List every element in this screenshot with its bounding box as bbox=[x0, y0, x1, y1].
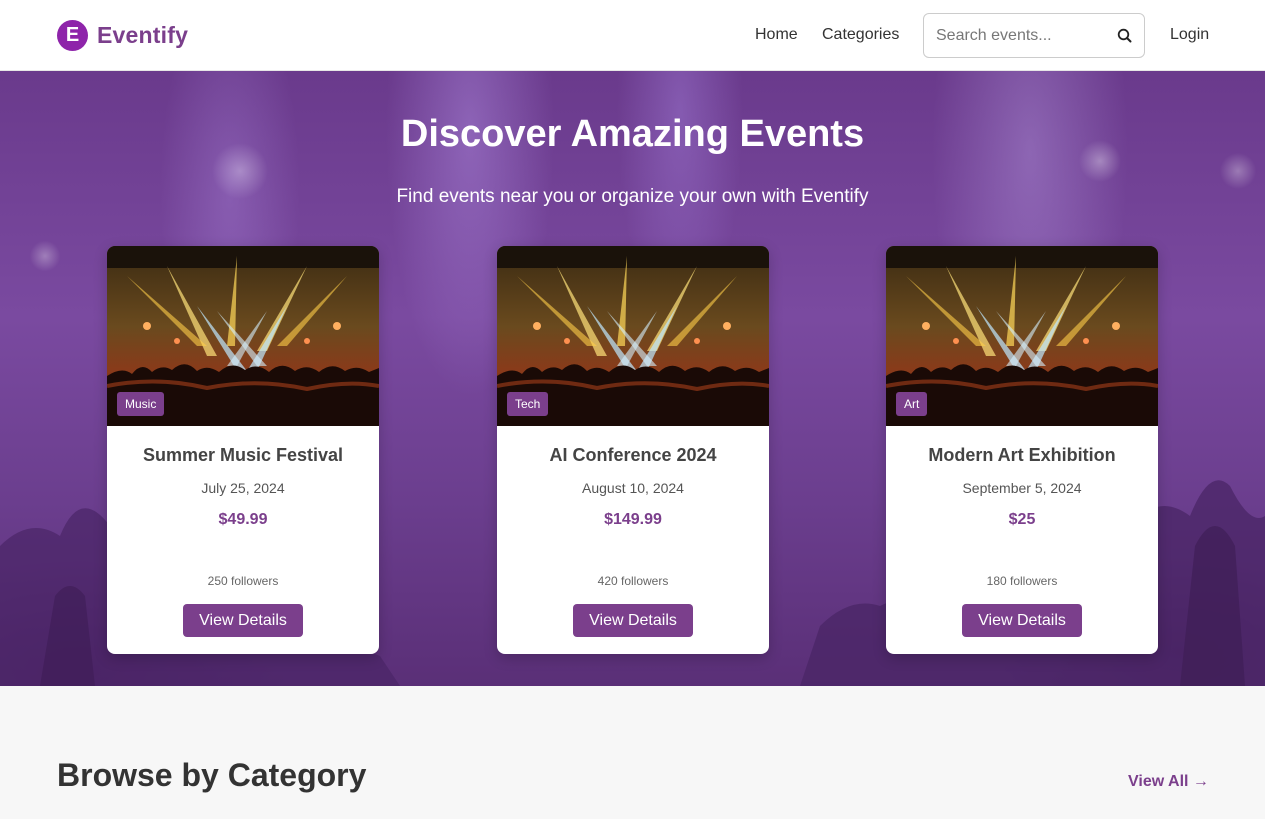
event-image[interactable]: Music bbox=[107, 246, 379, 426]
event-date: July 25, 2024 bbox=[201, 480, 285, 496]
nav-home-link[interactable]: Home bbox=[755, 26, 798, 44]
event-image[interactable]: Tech bbox=[497, 246, 769, 426]
event-price: $25 bbox=[1008, 511, 1036, 528]
category-badge: Music bbox=[117, 392, 165, 416]
hero-subtitle: Find events near you or organize your ow… bbox=[396, 186, 869, 207]
hero-title: Discover Amazing Events bbox=[400, 113, 865, 155]
logo[interactable]: E Eventify bbox=[57, 20, 188, 51]
event-title[interactable]: Modern Art Exhibition bbox=[886, 445, 1158, 466]
event-card[interactable]: Tech AI Conference 2024 August 10, 2024 … bbox=[497, 246, 769, 654]
event-card[interactable]: Music Summer Music Festival July 25, 202… bbox=[107, 246, 379, 654]
event-image[interactable]: Art bbox=[886, 246, 1158, 426]
hero-section: Discover Amazing Events Find events near… bbox=[0, 71, 1265, 686]
view-all-link[interactable]: View All → bbox=[1128, 773, 1209, 791]
section-title: Browse by Category bbox=[57, 757, 367, 793]
nav-categories-link[interactable]: Categories bbox=[822, 26, 899, 44]
event-followers: 250 followers bbox=[207, 574, 279, 588]
nav-login-link[interactable]: Login bbox=[1170, 26, 1209, 44]
event-price: $149.99 bbox=[604, 511, 662, 528]
view-details-button[interactable]: View Details bbox=[962, 604, 1082, 637]
site-header: E Eventify Home Categories Login bbox=[0, 0, 1265, 71]
event-followers: 180 followers bbox=[986, 574, 1058, 588]
view-details-button[interactable]: View Details bbox=[183, 604, 303, 637]
event-followers: 420 followers bbox=[597, 574, 669, 588]
event-date: August 10, 2024 bbox=[582, 480, 684, 496]
search-box bbox=[923, 13, 1145, 58]
search-icon[interactable] bbox=[1116, 27, 1134, 45]
view-details-button[interactable]: View Details bbox=[573, 604, 693, 637]
search-input[interactable] bbox=[936, 24, 1106, 48]
event-title[interactable]: Summer Music Festival bbox=[107, 445, 379, 466]
event-title[interactable]: AI Conference 2024 bbox=[497, 445, 769, 466]
brand-name: Eventify bbox=[97, 22, 189, 48]
event-date: September 5, 2024 bbox=[962, 480, 1082, 496]
event-card[interactable]: Art Modern Art Exhibition September 5, 2… bbox=[886, 246, 1158, 654]
category-badge: Tech bbox=[507, 392, 549, 416]
event-price: $49.99 bbox=[218, 511, 268, 528]
category-badge: Art bbox=[896, 392, 928, 416]
logo-mark-icon: E bbox=[57, 20, 88, 51]
